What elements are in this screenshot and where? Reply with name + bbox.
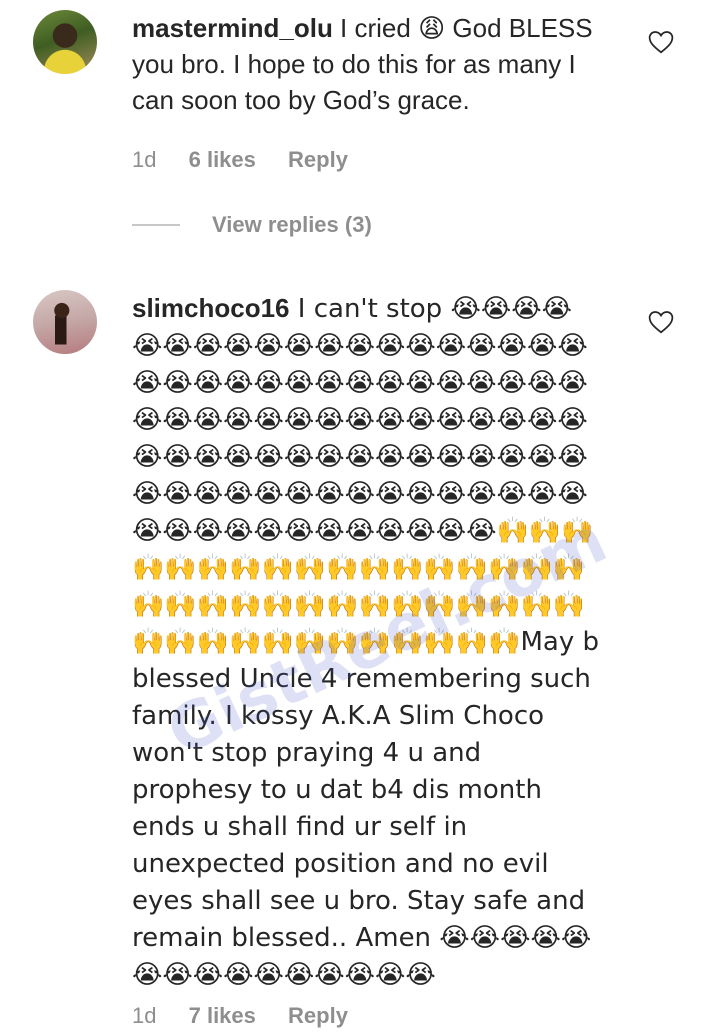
comment-text: mastermind_olu I cried 😩 God BLESS you b… bbox=[132, 10, 602, 118]
comment-text: slimchoco16 I can't stop 😭😭😭😭😭😭😭😭😭😭😭😭😭😭😭… bbox=[132, 290, 602, 993]
likes-count[interactable]: 7 likes bbox=[189, 1003, 256, 1028]
reply-button[interactable]: Reply bbox=[288, 1003, 348, 1028]
view-replies-label: View replies (3) bbox=[212, 212, 372, 237]
comment-time: 1d bbox=[132, 147, 157, 172]
avatar[interactable] bbox=[33, 290, 97, 354]
heart-outline-icon[interactable] bbox=[648, 310, 674, 334]
likes-count[interactable]: 6 likes bbox=[189, 147, 256, 172]
comment-meta: 1d 6 likes Reply bbox=[132, 147, 374, 173]
heart-outline-icon[interactable] bbox=[648, 30, 674, 54]
replies-divider bbox=[132, 224, 180, 226]
avatar[interactable] bbox=[33, 10, 97, 74]
comment-time: 1d bbox=[132, 1003, 157, 1028]
view-replies-button[interactable]: View replies (3) bbox=[132, 212, 372, 238]
comment-meta: 1d 7 likes Reply bbox=[132, 1003, 374, 1029]
comment-username[interactable]: mastermind_olu bbox=[132, 13, 333, 43]
comment-username[interactable]: slimchoco16 bbox=[132, 293, 290, 323]
comment-body: I can't stop 😭😭😭😭😭😭😭😭😭😭😭😭😭😭😭😭😭😭😭😭😭😭😭😭😭😭😭… bbox=[132, 294, 599, 990]
reply-button[interactable]: Reply bbox=[288, 147, 348, 172]
